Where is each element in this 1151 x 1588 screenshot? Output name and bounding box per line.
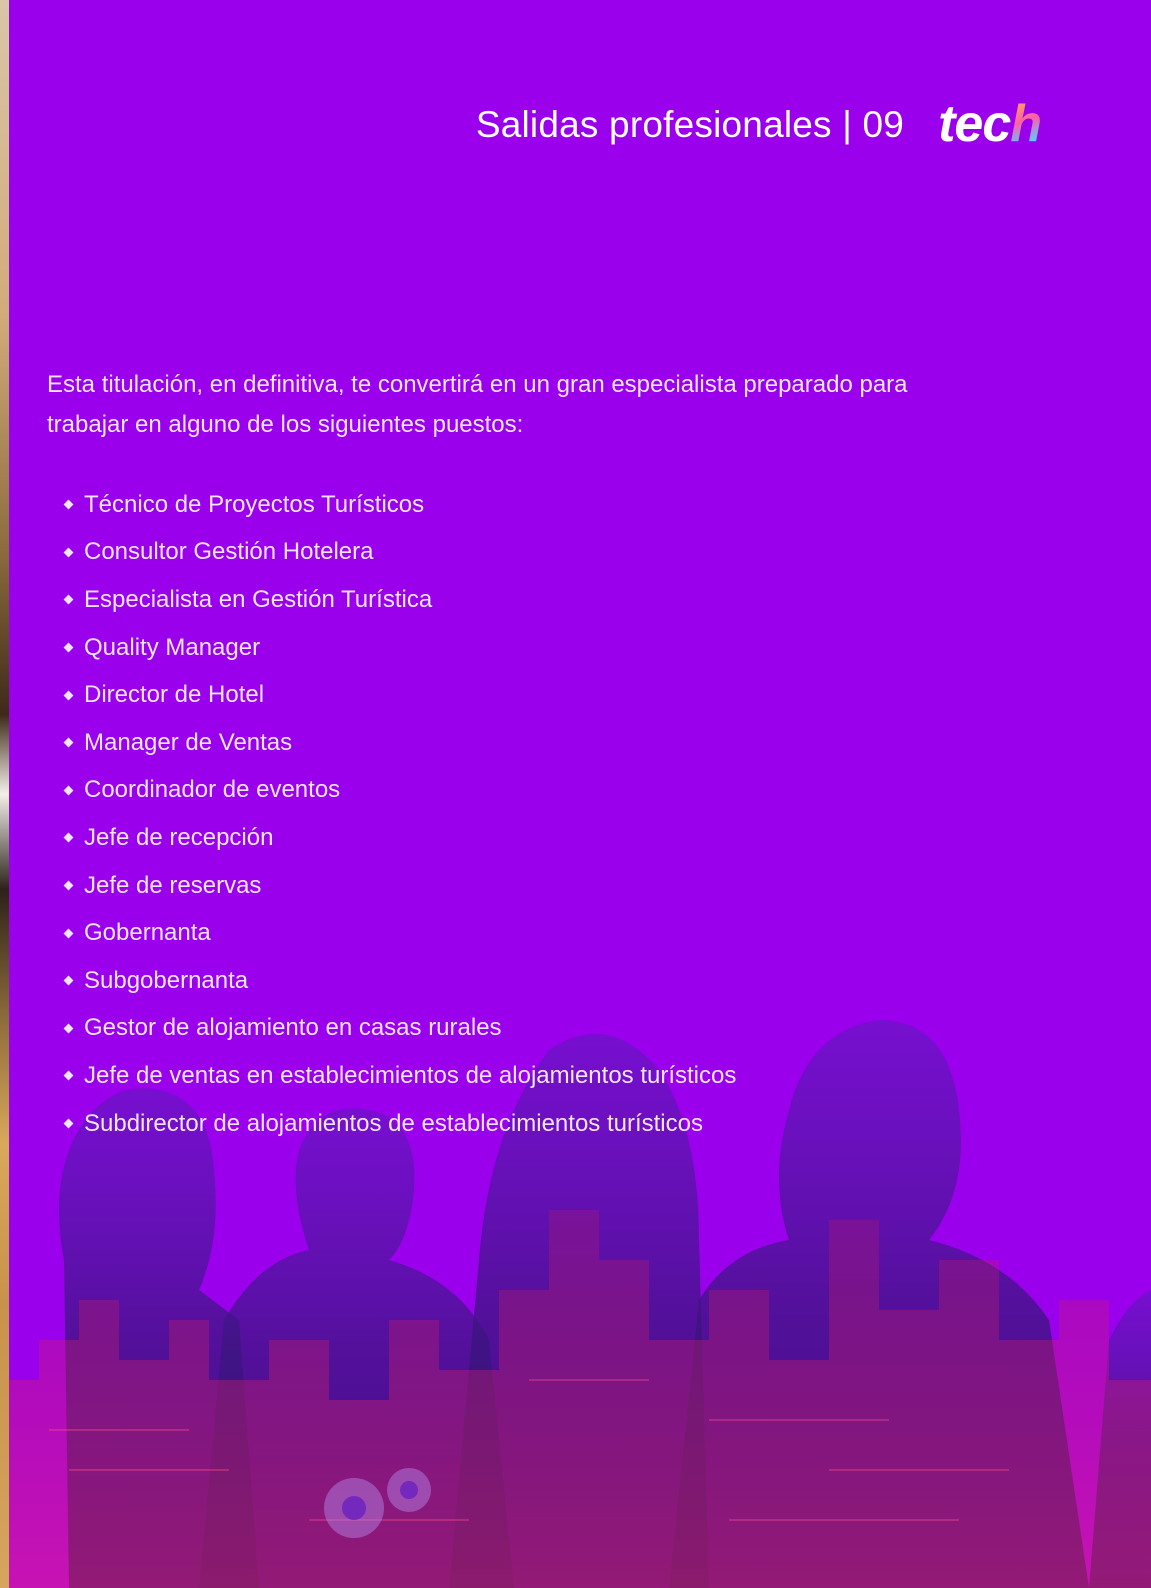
diamond-bullet-icon (63, 595, 74, 605)
job-list: Técnico de Proyectos Turísticos Consulto… (63, 481, 737, 1148)
list-item: Gobernanta (63, 909, 736, 957)
logo-text: tec (938, 95, 1011, 153)
list-item: Quality Manager (63, 624, 736, 672)
intro-paragraph: Esta titulación, en definitiva, te conve… (47, 371, 908, 438)
diamond-bullet-icon (63, 1118, 74, 1129)
header: Salidas profesionales | 09 tec h (475, 95, 1042, 153)
diamond-bullet-icon (63, 833, 74, 843)
left-edge-image-strip (0, 0, 9, 1588)
job-title: Quality Manager (84, 633, 261, 661)
page: Salidas profesionales | 09 tec h Esta tit… (9, 0, 1151, 1588)
diamond-bullet-icon (63, 737, 74, 748)
job-title: Coordinador de eventos (84, 776, 341, 804)
list-item: Gestor de alojamiento en casas rurales (63, 1005, 736, 1053)
job-title: Gobernanta (84, 919, 211, 947)
diamond-bullet-icon (63, 785, 74, 796)
job-title: Manager de Ventas (84, 728, 293, 756)
list-item: Jefe de ventas en establecimientos de al… (63, 1052, 737, 1100)
diamond-bullet-icon (63, 975, 74, 986)
list-item: Coordinador de eventos (63, 767, 736, 815)
job-title: Técnico de Proyectos Turísticos (84, 490, 425, 518)
job-title: Director de Hotel (84, 681, 265, 709)
list-item: Subgobernanta (63, 957, 736, 1005)
job-title: Jefe de reservas (84, 871, 262, 899)
page-title: Salidas profesionales | 09 (475, 103, 905, 145)
diamond-bullet-icon (63, 880, 74, 891)
diamond-bullet-icon (63, 1023, 74, 1034)
list-item: Manager de Ventas (63, 719, 736, 767)
diamond-bullet-icon (63, 690, 74, 701)
tech-logo: tec h (938, 95, 1042, 153)
job-title: Consultor Gestión Hotelera (84, 538, 374, 566)
diamond-bullet-icon (63, 499, 74, 510)
list-item: Consultor Gestión Hotelera (63, 529, 736, 577)
list-item: Jefe de reservas (63, 862, 736, 910)
list-item: Técnico de Proyectos Turísticos (63, 481, 736, 529)
diamond-bullet-icon (63, 547, 74, 558)
diamond-bullet-icon (63, 928, 74, 939)
job-title: Especialista en Gestión Turística (84, 585, 433, 613)
job-title: Jefe de ventas en establecimientos de al… (84, 1061, 737, 1089)
list-item: Subdirector de alojamientos de estableci… (63, 1100, 736, 1148)
list-item: Jefe de recepción (63, 814, 736, 862)
job-title: Gestor de alojamiento en casas rurales (84, 1014, 502, 1042)
list-item: Especialista en Gestión Turística (63, 576, 736, 624)
diamond-bullet-icon (63, 642, 74, 653)
job-title: Subgobernanta (84, 966, 249, 994)
job-title: Jefe de recepción (84, 823, 274, 851)
job-title: Subdirector de alojamientos de estableci… (84, 1109, 703, 1137)
logo-accent-letter: h (1010, 95, 1042, 153)
diamond-bullet-icon (63, 1070, 74, 1081)
list-item: Director de Hotel (63, 671, 736, 719)
